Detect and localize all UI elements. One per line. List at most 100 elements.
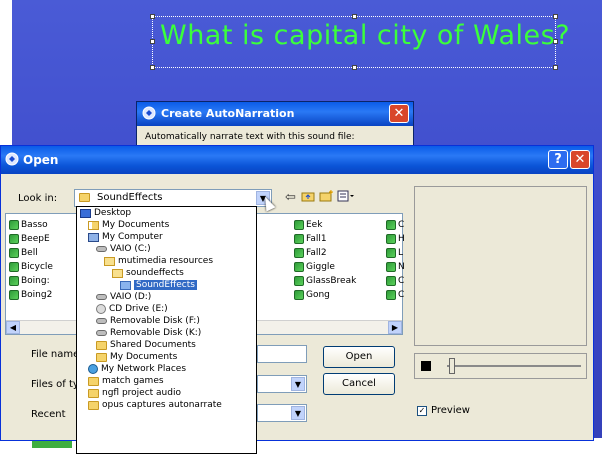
dropdown-item[interactable]: My Computer: [77, 231, 256, 243]
dropdown-item-label: ngfl project audio: [102, 388, 181, 398]
resize-handle-l[interactable]: [150, 39, 155, 44]
seek-track[interactable]: [447, 365, 581, 367]
file-name: Bicycle: [21, 262, 53, 272]
folder-icon: [120, 280, 131, 290]
file-name: H: [398, 234, 405, 244]
open-button[interactable]: Open: [323, 346, 395, 368]
autonarration-titlebar[interactable]: Create AutoNarration ✕: [137, 102, 413, 126]
file-item[interactable]: H: [386, 232, 405, 246]
drive-icon: [96, 318, 107, 324]
file-column-2: Eek Fall1 Fall2 Giggle GlassBreak Gong: [294, 218, 356, 302]
help-icon[interactable]: ?: [548, 150, 568, 169]
dropdown-item-label: opus captures autonarrate: [102, 400, 222, 410]
scroll-right-icon[interactable]: ▶: [388, 321, 402, 334]
folder-icon: [88, 376, 99, 386]
dropdown-item[interactable]: SoundEffects: [77, 279, 256, 291]
file-name: N: [398, 262, 405, 272]
folder-icon: [88, 388, 99, 398]
dropdown-item[interactable]: My Documents: [77, 219, 256, 231]
resize-handle-b[interactable]: [352, 65, 357, 70]
dropdown-item-label: CD Drive (E:): [109, 304, 168, 314]
file-name: C: [398, 220, 405, 230]
file-item[interactable]: GlassBreak: [294, 274, 356, 288]
file-item[interactable]: C: [386, 288, 405, 302]
dropdown-item-label: My Computer: [102, 232, 163, 242]
file-item[interactable]: Bicycle: [9, 260, 53, 274]
file-item[interactable]: N: [386, 260, 405, 274]
file-item[interactable]: Fall2: [294, 246, 356, 260]
look-in-dropdown-list[interactable]: Desktop My Documents My Computer VAIO (C:) m…: [76, 206, 257, 454]
resize-handle-br[interactable]: [553, 65, 558, 70]
chevron-down-icon[interactable]: ▼: [291, 406, 305, 420]
file-item[interactable]: C: [386, 274, 405, 288]
close-icon[interactable]: ✕: [570, 150, 590, 169]
dropdown-item[interactable]: CD Drive (E:): [77, 303, 256, 315]
question-text[interactable]: What is capital city of Wales?: [160, 20, 570, 51]
file-item[interactable]: C: [386, 218, 405, 232]
new-folder-icon[interactable]: [319, 190, 333, 206]
file-item[interactable]: L: [386, 246, 405, 260]
resize-handle-tr[interactable]: [553, 14, 558, 19]
look-in-combo[interactable]: SoundEffects ▼: [74, 189, 272, 207]
dropdown-item[interactable]: opus captures autonarrate: [77, 399, 256, 411]
sound-file-icon: [386, 220, 396, 230]
scroll-left-icon[interactable]: ◀: [6, 321, 20, 334]
view-menu-icon[interactable]: [337, 190, 355, 206]
recent-select[interactable]: ▼: [257, 404, 307, 422]
sound-file-icon: [386, 276, 396, 286]
file-name: Basso: [21, 220, 48, 230]
sound-file-icon: [386, 234, 396, 244]
dropdown-item[interactable]: soundeffects: [77, 267, 256, 279]
stop-icon[interactable]: [421, 361, 431, 371]
file-item[interactable]: Boing:: [9, 274, 53, 288]
close-icon[interactable]: ✕: [389, 104, 409, 123]
seek-thumb[interactable]: [449, 358, 455, 374]
folder-open-icon: [112, 268, 123, 278]
dropdown-item[interactable]: Shared Documents: [77, 339, 256, 351]
resize-handle-t[interactable]: [352, 14, 357, 19]
file-item[interactable]: Eek: [294, 218, 356, 232]
dropdown-item[interactable]: Desktop: [77, 207, 256, 219]
file-item[interactable]: Giggle: [294, 260, 356, 274]
file-name: C: [398, 290, 405, 300]
back-icon[interactable]: ⇦: [285, 190, 296, 205]
resize-handle-tl[interactable]: [150, 14, 155, 19]
file-name: Fall1: [306, 234, 327, 244]
file-name-input[interactable]: [257, 345, 307, 363]
resize-handle-bl[interactable]: [150, 65, 155, 70]
file-item[interactable]: Basso: [9, 218, 53, 232]
file-item[interactable]: Bell: [9, 246, 53, 260]
open-titlebar[interactable]: Open ? ✕: [1, 146, 593, 174]
dropdown-item[interactable]: mutimedia resources: [77, 255, 256, 267]
file-item[interactable]: Gong: [294, 288, 356, 302]
dropdown-item[interactable]: My Network Places: [77, 363, 256, 375]
recent-label: Recent: [31, 409, 66, 420]
dropdown-item[interactable]: Removable Disk (K:): [77, 327, 256, 339]
sound-file-icon: [294, 248, 304, 258]
file-item[interactable]: BeepE: [9, 232, 53, 246]
dropdown-item[interactable]: VAIO (C:): [77, 243, 256, 255]
dropdown-item-label: My Network Places: [101, 364, 187, 374]
app-logo-icon: [5, 152, 19, 169]
preview-checkbox[interactable]: ✓: [417, 405, 427, 416]
files-of-type-select[interactable]: ▼: [257, 375, 307, 393]
dropdown-item-label: My Documents: [110, 352, 178, 362]
chevron-down-icon[interactable]: ▼: [291, 377, 305, 391]
dropdown-item[interactable]: ngfl project audio: [77, 387, 256, 399]
media-controls: [414, 353, 587, 379]
dropdown-item-label: VAIO (C:): [110, 244, 151, 254]
up-folder-icon[interactable]: [301, 190, 315, 206]
dropdown-item[interactable]: Removable Disk (F:): [77, 315, 256, 327]
file-name: C: [398, 276, 405, 286]
file-item[interactable]: Boing2: [9, 288, 53, 302]
sound-file-icon: [9, 262, 19, 272]
drive-icon: [96, 330, 107, 336]
dropdown-item[interactable]: My Documents: [77, 351, 256, 363]
preview-checkbox-row[interactable]: ✓ Preview: [417, 405, 470, 416]
dropdown-item[interactable]: match games: [77, 375, 256, 387]
dropdown-item[interactable]: VAIO (D:): [77, 291, 256, 303]
cancel-button[interactable]: Cancel: [323, 373, 395, 395]
file-name: GlassBreak: [306, 276, 357, 286]
drive-icon: [96, 294, 107, 300]
file-item[interactable]: Fall1: [294, 232, 356, 246]
